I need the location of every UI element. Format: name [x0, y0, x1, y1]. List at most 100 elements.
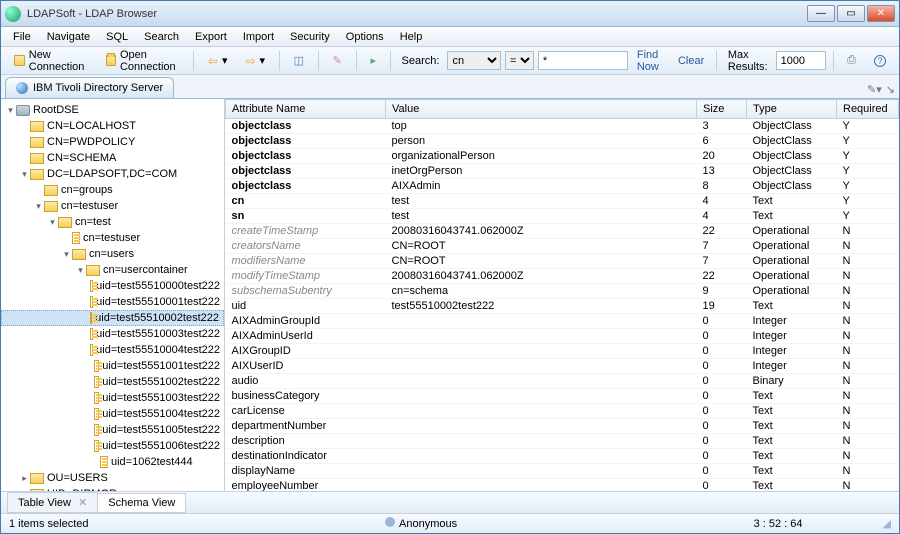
- sql-button[interactable]: ◫: [287, 51, 311, 70]
- menu-import[interactable]: Import: [235, 29, 282, 45]
- attribute-row[interactable]: modifiersNameCN=ROOT7OperationalN: [226, 254, 899, 269]
- attribute-row[interactable]: AIXUserID0IntegerN: [226, 359, 899, 374]
- attribute-grid-wrap[interactable]: Attribute NameValueSizeTypeRequired obje…: [225, 99, 899, 491]
- menu-file[interactable]: File: [5, 29, 39, 45]
- search-attr-select[interactable]: cn: [447, 51, 500, 70]
- tree-node[interactable]: cn=testuser: [1, 230, 224, 246]
- tree-node[interactable]: uid=1062test444: [1, 454, 224, 470]
- print-button[interactable]: ⎙: [840, 51, 863, 70]
- open-connection-button[interactable]: Open Connection: [99, 46, 187, 76]
- sql-icon: ◫: [294, 54, 304, 67]
- maximize-button[interactable]: ▭: [837, 5, 865, 22]
- attribute-row[interactable]: objectclassorganizationalPerson20ObjectC…: [226, 149, 899, 164]
- tree-twisty[interactable]: ▾: [75, 265, 86, 276]
- tree-node[interactable]: uid=test5551001test222: [1, 358, 224, 374]
- attribute-row[interactable]: objectclasstop3ObjectClassY: [226, 119, 899, 134]
- menu-export[interactable]: Export: [187, 29, 235, 45]
- attribute-row[interactable]: AIXGroupID0IntegerN: [226, 344, 899, 359]
- tree-node[interactable]: ▾cn=usercontainer: [1, 262, 224, 278]
- tree-node[interactable]: ▾cn=testuser: [1, 198, 224, 214]
- entry-icon: [90, 296, 93, 308]
- attribute-row[interactable]: objectclassperson6ObjectClassY: [226, 134, 899, 149]
- attribute-row[interactable]: modifyTimeStamp20080316043741.062000Z22O…: [226, 269, 899, 284]
- tree-twisty[interactable]: ▾: [33, 201, 44, 212]
- connection-tab[interactable]: IBM Tivoli Directory Server: [5, 77, 174, 98]
- tree-node[interactable]: uid=test55510002test222: [1, 310, 224, 326]
- attribute-row[interactable]: displayName0TextN: [226, 464, 899, 479]
- attribute-row[interactable]: audio0BinaryN: [226, 374, 899, 389]
- attribute-row[interactable]: employeeNumber0TextN: [226, 479, 899, 492]
- col-header[interactable]: Attribute Name: [226, 100, 386, 119]
- tree-node[interactable]: ▾RootDSE: [1, 102, 224, 118]
- menu-sql[interactable]: SQL: [98, 29, 136, 45]
- col-header[interactable]: Type: [747, 100, 837, 119]
- attribute-row[interactable]: cntest4TextY: [226, 194, 899, 209]
- attribute-row[interactable]: subschemaSubentrycn=schema9OperationalN: [226, 284, 899, 299]
- tree-node[interactable]: CN=LOCALHOST: [1, 118, 224, 134]
- schema-view-tab[interactable]: Schema View: [97, 493, 186, 513]
- new-connection-button[interactable]: New Connection: [7, 46, 95, 76]
- table-view-tab[interactable]: Table View ✕: [7, 492, 98, 513]
- col-header[interactable]: Value: [386, 100, 697, 119]
- tree-node[interactable]: cn=groups: [1, 182, 224, 198]
- tree-node[interactable]: uid=test55510003test222: [1, 326, 224, 342]
- minimize-button[interactable]: —: [807, 5, 835, 22]
- menu-security[interactable]: Security: [282, 29, 338, 45]
- tree-twisty[interactable]: ▾: [47, 217, 58, 228]
- tree-node[interactable]: uid=test5551005test222: [1, 422, 224, 438]
- close-icon[interactable]: ✕: [78, 497, 87, 509]
- folder-icon: [30, 153, 44, 164]
- tree-twisty[interactable]: ▸: [19, 473, 30, 484]
- menu-search[interactable]: Search: [136, 29, 187, 45]
- col-header[interactable]: Required: [837, 100, 899, 119]
- tab-close-icon[interactable]: ↘: [886, 83, 895, 96]
- tree-node[interactable]: uid=test55510004test222: [1, 342, 224, 358]
- tree-twisty[interactable]: ▾: [19, 169, 30, 180]
- tree-node[interactable]: uid=test55510000test222: [1, 278, 224, 294]
- tree-twisty[interactable]: ▾: [61, 249, 72, 260]
- attribute-row[interactable]: sntest4TextY: [226, 209, 899, 224]
- tree-node[interactable]: CN=PWDPOLICY: [1, 134, 224, 150]
- attribute-row[interactable]: destinationIndicator0TextN: [226, 449, 899, 464]
- menu-options[interactable]: Options: [338, 29, 392, 45]
- tree-node[interactable]: ▾cn=test: [1, 214, 224, 230]
- tree-node[interactable]: uid=test5551004test222: [1, 406, 224, 422]
- attribute-row[interactable]: uidtest55510002test22219TextN: [226, 299, 899, 314]
- run-button[interactable]: ▸: [363, 51, 383, 70]
- attribute-row[interactable]: departmentNumber0TextN: [226, 419, 899, 434]
- menu-navigate[interactable]: Navigate: [39, 29, 98, 45]
- close-button[interactable]: ✕: [867, 5, 895, 22]
- attribute-row[interactable]: description0TextN: [226, 434, 899, 449]
- attribute-row[interactable]: carLicense0TextN: [226, 404, 899, 419]
- tree-node[interactable]: CN=SCHEMA: [1, 150, 224, 166]
- tree-node[interactable]: uid=test55510001test222: [1, 294, 224, 310]
- clear-button[interactable]: Clear: [673, 53, 709, 69]
- max-results-input[interactable]: [776, 51, 826, 70]
- attribute-row[interactable]: creatorsNameCN=ROOT7OperationalN: [226, 239, 899, 254]
- attribute-row[interactable]: objectclassAIXAdmin8ObjectClassY: [226, 179, 899, 194]
- edit-button[interactable]: ✎: [326, 51, 349, 70]
- help-button[interactable]: ?: [867, 52, 893, 70]
- attribute-row[interactable]: AIXAdminUserId0IntegerN: [226, 329, 899, 344]
- nav-back-button[interactable]: ⇦▾: [201, 51, 235, 71]
- directory-tree[interactable]: ▾RootDSECN=LOCALHOSTCN=PWDPOLICYCN=SCHEM…: [1, 99, 225, 491]
- resize-grip-icon[interactable]: ◢: [883, 517, 891, 530]
- tree-node[interactable]: uid=test5551003test222: [1, 390, 224, 406]
- attribute-row[interactable]: businessCategory0TextN: [226, 389, 899, 404]
- tree-node[interactable]: ▸OU=USERS: [1, 470, 224, 486]
- attribute-row[interactable]: AIXAdminGroupId0IntegerN: [226, 314, 899, 329]
- tab-dropdown-icon[interactable]: ✎▾: [867, 83, 882, 96]
- find-now-button[interactable]: Find Now: [632, 47, 669, 75]
- search-op-select[interactable]: =: [505, 51, 534, 70]
- nav-forward-button[interactable]: ⇨▾: [238, 51, 272, 71]
- tree-node[interactable]: uid=test5551002test222: [1, 374, 224, 390]
- attribute-row[interactable]: createTimeStamp20080316043741.062000Z22O…: [226, 224, 899, 239]
- col-header[interactable]: Size: [697, 100, 747, 119]
- tree-node[interactable]: ▾DC=LDAPSOFT,DC=COM: [1, 166, 224, 182]
- search-value-input[interactable]: [538, 51, 628, 70]
- menu-help[interactable]: Help: [392, 29, 431, 45]
- tree-twisty[interactable]: ▾: [5, 105, 16, 116]
- tree-node[interactable]: uid=test5551006test222: [1, 438, 224, 454]
- attribute-row[interactable]: objectclassinetOrgPerson13ObjectClassY: [226, 164, 899, 179]
- tree-node[interactable]: ▾cn=users: [1, 246, 224, 262]
